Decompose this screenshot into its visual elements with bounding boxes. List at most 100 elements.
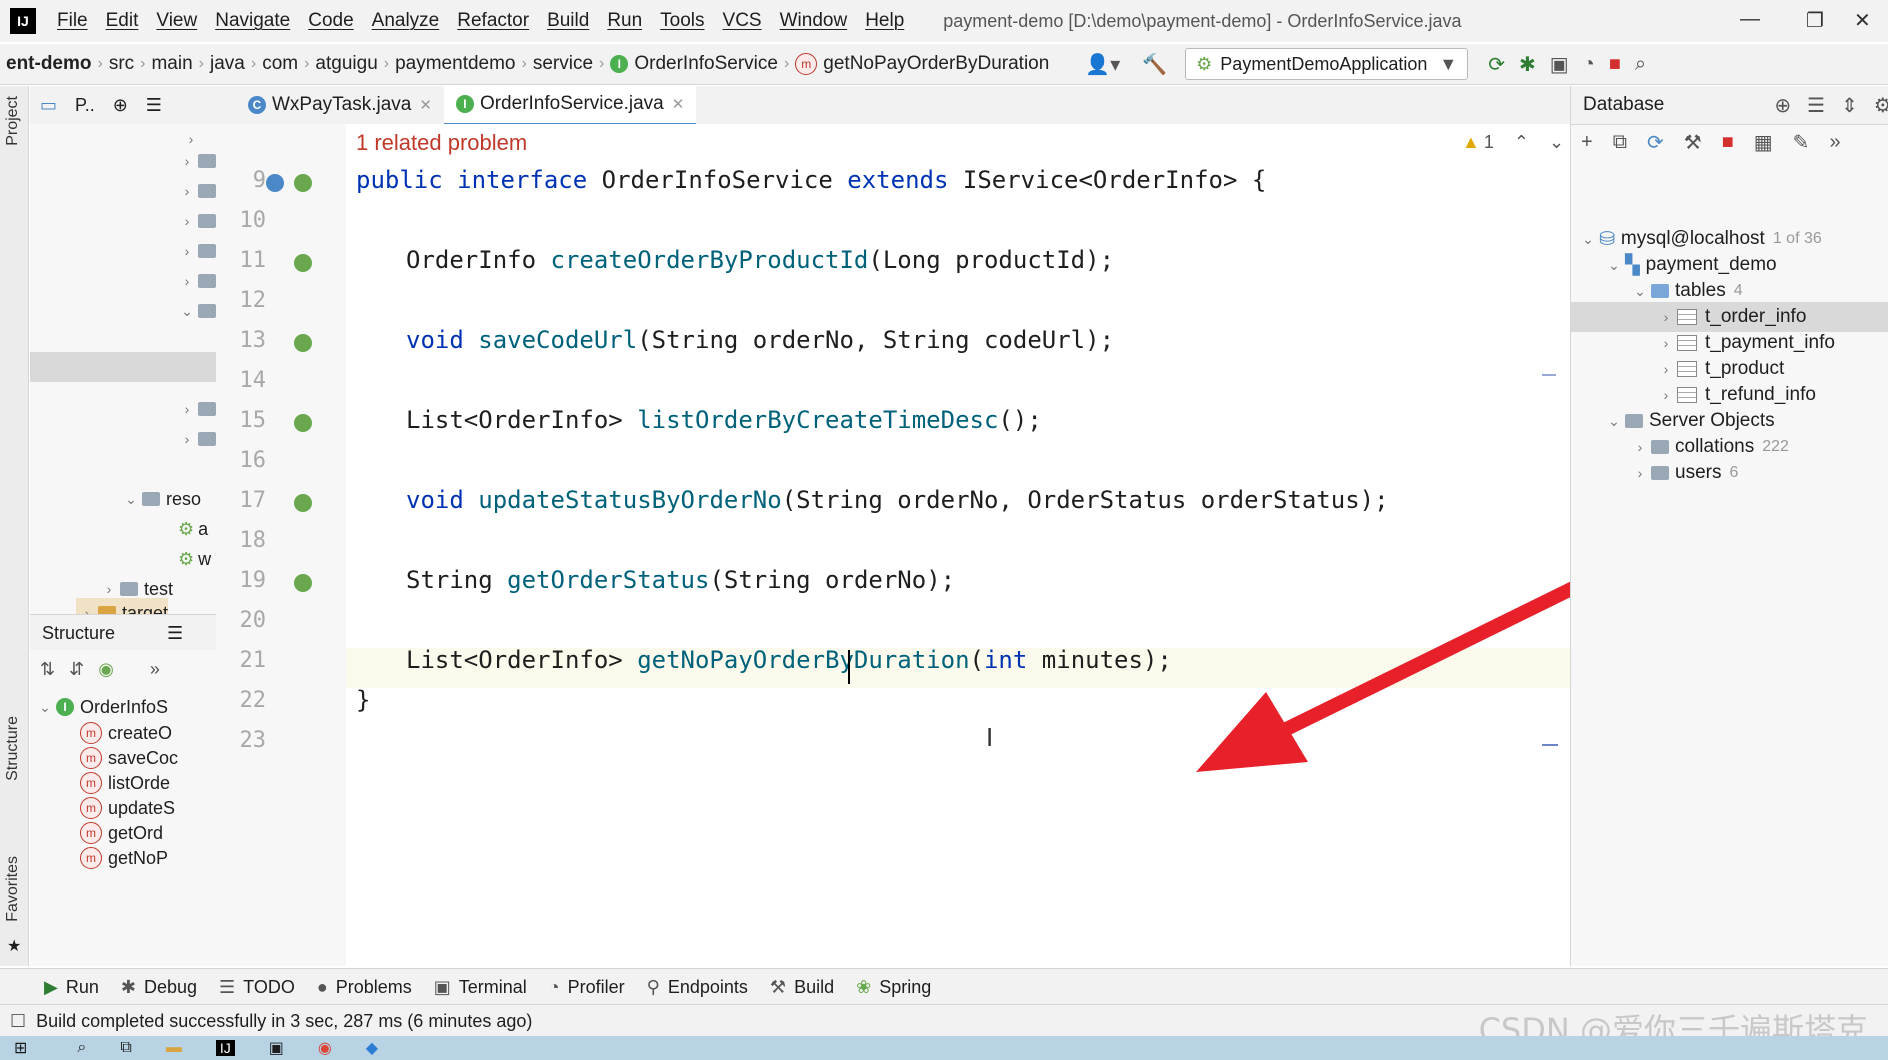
structure-tool-button[interactable]: Structure	[4, 716, 22, 781]
breadcrumb-atguigu[interactable]: atguigu	[309, 53, 383, 75]
add-icon[interactable]: +	[1581, 131, 1593, 154]
restore-icon[interactable]: ❐	[1806, 8, 1824, 33]
globe-icon[interactable]: ⊕	[1774, 93, 1791, 118]
tree-folder-row[interactable]: ›	[176, 206, 216, 236]
menu-file[interactable]: File	[48, 10, 97, 32]
profiler-icon[interactable]: ◔	[1583, 53, 1595, 76]
terminal-taskbar-icon[interactable]: ▣	[269, 1038, 284, 1058]
copy-icon[interactable]: ⧉	[1613, 131, 1627, 154]
breadcrumb-paymentdemo[interactable]: paymentdemo	[389, 53, 521, 75]
implementations-icon[interactable]	[266, 174, 284, 192]
related-problem-banner[interactable]: 1 related problem	[356, 130, 527, 156]
task-view-icon[interactable]: ⧉	[120, 1039, 131, 1057]
structure-member[interactable]: m getNoP	[80, 843, 168, 873]
tree-folder-row[interactable]: ⌄	[176, 296, 216, 326]
breadcrumb-main[interactable]: main	[145, 53, 198, 75]
menu-vcs[interactable]: VCS	[714, 10, 771, 32]
menu-edit[interactable]: Edit	[97, 10, 148, 32]
menu-run[interactable]: Run	[598, 10, 651, 32]
search-icon[interactable]: ⌕	[77, 1039, 86, 1057]
refresh-icon[interactable]: ⟳	[1647, 130, 1664, 155]
warning-indicator[interactable]: ▲ 1	[1462, 132, 1494, 153]
tree-folder-row[interactable]: ›	[176, 146, 216, 176]
selected-tree-row[interactable]	[30, 352, 216, 382]
implemented-method-icon[interactable]	[294, 334, 312, 352]
file-explorer-icon[interactable]: ▬	[166, 1039, 182, 1057]
menu-window[interactable]: Window	[771, 10, 857, 32]
chevron-down-icon[interactable]: ⌄	[1549, 132, 1564, 153]
tree-item-target[interactable]: › target	[76, 598, 169, 614]
build-hammer-icon[interactable]: 🔨	[1142, 52, 1167, 77]
schema-icon[interactable]: ⚒	[1684, 130, 1702, 155]
profiler-tool-button[interactable]: ◔ Profiler	[549, 977, 625, 998]
sort-alpha-icon[interactable]: ⇅	[40, 659, 55, 680]
implemented-method-icon[interactable]	[294, 414, 312, 432]
tree-folder-row[interactable]: ›	[176, 266, 216, 296]
menu-help[interactable]: Help	[856, 10, 913, 32]
options-icon[interactable]: ☰	[167, 623, 183, 644]
close-window-icon[interactable]: ✕	[1854, 8, 1871, 33]
close-tab-icon[interactable]: ✕	[672, 95, 685, 113]
menu-tools[interactable]: Tools	[651, 10, 713, 32]
endpoints-tool-button[interactable]: ⚲ Endpoints	[647, 977, 748, 998]
chrome-icon[interactable]: ◉	[318, 1038, 332, 1058]
terminal-tool-button[interactable]: ▣ Terminal	[434, 977, 527, 998]
breadcrumb-service[interactable]: service	[527, 53, 599, 75]
menu-code[interactable]: Code	[299, 10, 362, 32]
vscode-icon[interactable]: ◆	[366, 1038, 378, 1058]
menu-refactor[interactable]: Refactor	[448, 10, 538, 32]
implemented-method-icon[interactable]	[294, 494, 312, 512]
sort-visibility-icon[interactable]: ⇵	[69, 659, 84, 680]
gear-icon[interactable]: ⚙	[1874, 93, 1888, 118]
breadcrumb-java[interactable]: java	[204, 53, 251, 75]
tree-folder-row[interactable]: ›	[176, 394, 216, 424]
implemented-method-icon[interactable]	[294, 254, 312, 272]
breadcrumb-class[interactable]: I OrderInfoService	[604, 53, 784, 75]
menu-analyze[interactable]: Analyze	[363, 10, 449, 32]
menu-navigate[interactable]: Navigate	[206, 10, 299, 32]
tree-folder-row[interactable]: ›	[176, 236, 216, 266]
search-icon[interactable]: ⌕	[1635, 53, 1646, 76]
locate-icon[interactable]: ⊕	[113, 95, 128, 116]
run-tool-button[interactable]: ▶ Run	[44, 977, 99, 998]
minimize-icon[interactable]: —	[1740, 8, 1760, 31]
tab-wxpaytask[interactable]: C WxPayTask.java ✕	[236, 86, 444, 124]
implemented-method-icon[interactable]	[294, 574, 312, 592]
tree-item-config-w[interactable]: ⚙ w	[178, 544, 211, 574]
project-tool-button[interactable]: Project	[4, 96, 22, 146]
menu-build[interactable]: Build	[538, 10, 598, 32]
edit-icon[interactable]: ✎	[1793, 130, 1810, 155]
stop-icon[interactable]: ■	[1722, 131, 1734, 154]
tree-folder-row[interactable]: ›	[176, 424, 216, 454]
close-tab-icon[interactable]: ✕	[419, 96, 432, 114]
debug-tool-button[interactable]: ✱ Debug	[121, 977, 197, 998]
build-tool-button[interactable]: ⚒ Build	[770, 977, 834, 998]
problems-tool-button[interactable]: ● Problems	[317, 977, 412, 998]
breadcrumb-method[interactable]: m getNoPayOrderByDuration	[789, 53, 1055, 75]
breadcrumb-project[interactable]: ent-demo	[0, 53, 98, 75]
project-view-select[interactable]: P..	[75, 95, 95, 116]
implemented-icon[interactable]	[294, 174, 312, 192]
intellij-taskbar-icon[interactable]: IJ	[215, 1040, 235, 1056]
spring-tool-button[interactable]: ❀ Spring	[856, 977, 931, 998]
expand-all-icon[interactable]: ⇕	[1841, 93, 1858, 118]
tree-folder-row[interactable]: ›	[176, 176, 216, 206]
run-configuration-select[interactable]: ⚙ PaymentDemoApplication ▼	[1185, 48, 1469, 80]
user-icon[interactable]: 👤▾	[1085, 52, 1120, 77]
todo-tool-button[interactable]: ☰ TODO	[219, 977, 295, 998]
tree-item-config-a[interactable]: ⚙ a	[178, 514, 208, 544]
db-users[interactable]: › users 6	[1629, 458, 1739, 488]
breadcrumb-com[interactable]: com	[256, 53, 304, 75]
status-window-icon[interactable]: ☐	[10, 1011, 26, 1032]
stop-icon[interactable]: ■	[1609, 53, 1621, 76]
coverage-icon[interactable]: ▣	[1550, 52, 1569, 77]
debug-icon[interactable]: ✱	[1519, 52, 1536, 77]
tab-orderinfoservice[interactable]: I OrderInfoService.java ✕	[443, 84, 697, 126]
code-editor[interactable]: 1 related problem ▲ 1 ⌃ ⌄ public interfac…	[346, 124, 1570, 966]
more-icon[interactable]: »	[1829, 131, 1840, 154]
favorites-tool-button[interactable]: Favorites	[4, 856, 22, 922]
table-view-icon[interactable]: ▦	[1754, 130, 1773, 155]
breadcrumb-src[interactable]: src	[103, 53, 140, 75]
more-icon[interactable]: »	[150, 659, 160, 680]
tree-item-resources[interactable]: ⌄ reso	[120, 484, 201, 514]
